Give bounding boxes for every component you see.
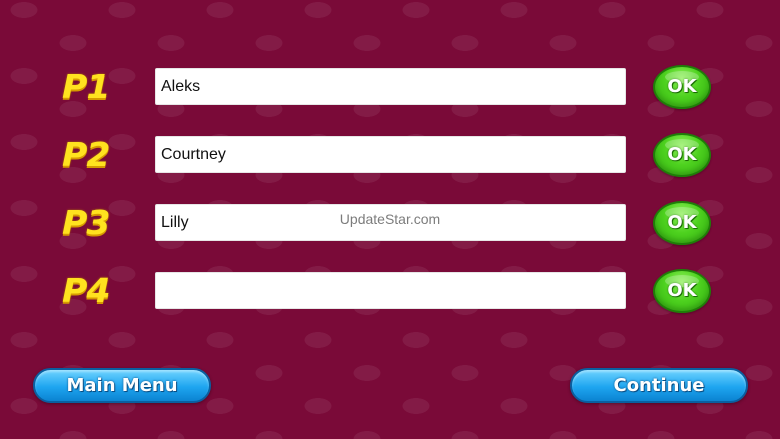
player-label-p2: P2 xyxy=(62,135,110,174)
player-name-input-p4[interactable] xyxy=(155,272,626,309)
player-row-3: P3 Lilly OK xyxy=(0,201,780,245)
continue-button[interactable]: Continue xyxy=(570,368,748,403)
player-label-p4: P4 xyxy=(62,271,110,310)
ok-button-p4[interactable]: OK xyxy=(653,269,711,313)
ok-button-p2[interactable]: OK xyxy=(653,133,711,177)
player-name-input-p2[interactable]: Courtney xyxy=(155,136,626,173)
ok-button-p1[interactable]: OK xyxy=(653,65,711,109)
player-name-input-p1[interactable]: Aleks xyxy=(155,68,626,105)
player-row-2: P2 Courtney OK xyxy=(0,133,780,177)
player-name-input-p3[interactable]: Lilly xyxy=(155,204,626,241)
main-menu-button[interactable]: Main Menu xyxy=(33,368,211,403)
player-row-4: P4 OK xyxy=(0,269,780,313)
ok-button-p3[interactable]: OK xyxy=(653,201,711,245)
player-label-p1: P1 xyxy=(62,67,110,106)
player-label-p3: P3 xyxy=(62,203,110,242)
player-row-1: P1 Aleks OK xyxy=(0,65,780,109)
